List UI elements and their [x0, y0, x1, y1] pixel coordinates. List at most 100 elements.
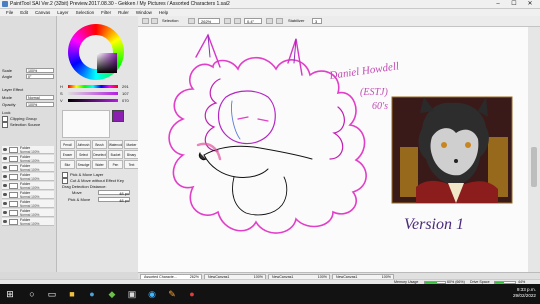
angle-field[interactable]: 0°: [26, 74, 54, 79]
pick-move-label: Pick & Move: [68, 197, 91, 202]
layer-row[interactable]: Folder Normal 100%: [2, 209, 54, 217]
zoom-field[interactable]: 262%: [198, 18, 220, 24]
menu-edit[interactable]: Edit: [20, 9, 28, 16]
sv-square[interactable]: [97, 53, 117, 73]
layer-row[interactable]: Folder Normal 100%: [2, 200, 54, 208]
maximize-button[interactable]: ☐: [506, 0, 522, 8]
layer-row[interactable]: Folder Normal 100%: [2, 191, 54, 199]
layer-row[interactable]: Folder Normal 100%: [2, 146, 54, 154]
hue-slider[interactable]: H 291: [60, 84, 136, 89]
windows-start-icon[interactable]: ⊞: [4, 288, 16, 300]
menu-ruler[interactable]: Ruler: [118, 9, 129, 16]
layer-mode: Normal 100%: [20, 204, 40, 208]
steam-icon[interactable]: ◉: [146, 288, 158, 300]
hue-value: 291: [122, 84, 129, 89]
hue-bar[interactable]: [68, 85, 118, 88]
scrollbar-thumb[interactable]: [531, 147, 537, 187]
tool-pencil[interactable]: Pencil: [60, 140, 75, 149]
menu-file[interactable]: File: [6, 9, 13, 16]
color-wheel-center: [79, 35, 117, 73]
tool-airbrush[interactable]: Airbrush: [76, 140, 91, 149]
layer-effect-label[interactable]: Layer Effect: [2, 87, 23, 92]
eye-icon[interactable]: [3, 193, 7, 196]
layer-row[interactable]: Folder Normal 100%: [2, 182, 54, 190]
eye-icon[interactable]: [3, 175, 7, 178]
opacity-field[interactable]: 100%: [26, 102, 54, 107]
saturation-bar[interactable]: [68, 92, 118, 95]
eye-icon[interactable]: [3, 157, 7, 160]
scale-field[interactable]: 100%: [26, 68, 54, 73]
tool-marker[interactable]: Marker: [124, 140, 139, 149]
zoom-out-icon[interactable]: [188, 18, 195, 24]
saturation-slider[interactable]: S 107: [60, 91, 136, 96]
tool-text[interactable]: Text: [124, 160, 139, 169]
selection-source-checkbox[interactable]: Selection Source: [2, 122, 40, 128]
tool-watercolor[interactable]: Watercolor: [108, 140, 123, 149]
flip-icon[interactable]: [276, 18, 283, 24]
tool-select[interactable]: Select: [76, 150, 91, 159]
rotation-field[interactable]: 0.4°: [244, 18, 262, 24]
value-bar[interactable]: [68, 99, 118, 102]
stabilizer-field[interactable]: 3: [312, 18, 322, 24]
clock-date[interactable]: 29/02/2022: [513, 293, 536, 299]
layer-thumbnail: [9, 147, 18, 153]
deselect-icon[interactable]: [151, 18, 158, 24]
layer-row[interactable]: Folder Normal 100%: [2, 155, 54, 163]
layer-thumbnail: [9, 183, 18, 189]
value-value: 070: [122, 98, 129, 103]
menu-filter[interactable]: Filter: [101, 9, 111, 16]
tool-blur[interactable]: Blur: [60, 160, 75, 169]
layer-row[interactable]: Folder Normal 100%: [2, 164, 54, 172]
value-slider[interactable]: V 070: [60, 98, 136, 103]
tool-bucket[interactable]: Bucket: [108, 150, 123, 159]
selection-source-label: Selection Source: [10, 122, 41, 128]
painttool-sai-icon[interactable]: ✎: [166, 288, 178, 300]
color-wheel[interactable]: [68, 24, 124, 80]
tool-pen[interactable]: Pen: [108, 160, 123, 169]
move-distance-field[interactable]: 48 px: [98, 190, 130, 196]
left-panel: Scale 100% Angle 0° Layer Effect Mode No…: [0, 16, 139, 272]
select-tool-icon[interactable]: [142, 18, 149, 24]
file-explorer-icon[interactable]: ■: [66, 288, 78, 300]
eye-icon[interactable]: [3, 202, 7, 205]
layer-mode: Normal 100%: [20, 222, 40, 226]
drawing-canvas[interactable]: Daniel Howdell (ESTJ) 60's Version 1: [138, 27, 528, 272]
layer-row[interactable]: Folder Normal 100%: [2, 173, 54, 181]
menu-layer[interactable]: Layer: [57, 9, 68, 16]
tool-brush[interactable]: Brush: [92, 140, 107, 149]
app-window: PaintTool SAI Ver.2 (32bit) Preview.2017…: [0, 0, 540, 285]
vertical-scrollbar[interactable]: [528, 27, 540, 272]
search-icon[interactable]: ○: [26, 288, 38, 300]
eye-icon[interactable]: [3, 184, 7, 187]
scratchpad[interactable]: [62, 110, 110, 138]
tool-eraser[interactable]: Eraser: [60, 150, 75, 159]
tool-deselect[interactable]: Deselect: [92, 150, 107, 159]
app-icon-green[interactable]: ◆: [106, 288, 118, 300]
tool-smudge[interactable]: Smudge: [76, 160, 91, 169]
menu-window[interactable]: Window: [136, 9, 152, 16]
layer-row[interactable]: Folder Normal 100%: [2, 218, 54, 226]
rotate-right-icon[interactable]: [266, 18, 273, 24]
mode-select[interactable]: Normal: [26, 95, 54, 100]
pick-move-distance-field[interactable]: 48 px: [98, 197, 130, 203]
canvas-area[interactable]: Daniel Howdell (ESTJ) 60's Version 1: [138, 27, 528, 272]
edge-browser-icon[interactable]: ●: [86, 288, 98, 300]
menu-canvas[interactable]: Canvas: [35, 9, 50, 16]
eye-icon[interactable]: [3, 211, 7, 214]
task-view-icon[interactable]: ▭: [46, 288, 58, 300]
current-color-swatch[interactable]: [112, 110, 124, 122]
app-icon-gray[interactable]: ▣: [126, 288, 138, 300]
tool-binary[interactable]: Binary: [124, 150, 139, 159]
eye-icon[interactable]: [3, 148, 7, 151]
minimize-button[interactable]: –: [490, 0, 506, 8]
menu-help[interactable]: Help: [159, 9, 168, 16]
app-icon-red[interactable]: ●: [186, 288, 198, 300]
rotate-left-icon[interactable]: [234, 18, 241, 24]
tool-water[interactable]: Water: [92, 160, 107, 169]
layer-thumbnail: [9, 165, 18, 171]
close-button[interactable]: ✕: [522, 0, 538, 8]
zoom-in-icon[interactable]: [224, 18, 231, 24]
eye-icon[interactable]: [3, 166, 7, 169]
menu-selection[interactable]: Selection: [76, 9, 95, 16]
eye-icon[interactable]: [3, 220, 7, 223]
